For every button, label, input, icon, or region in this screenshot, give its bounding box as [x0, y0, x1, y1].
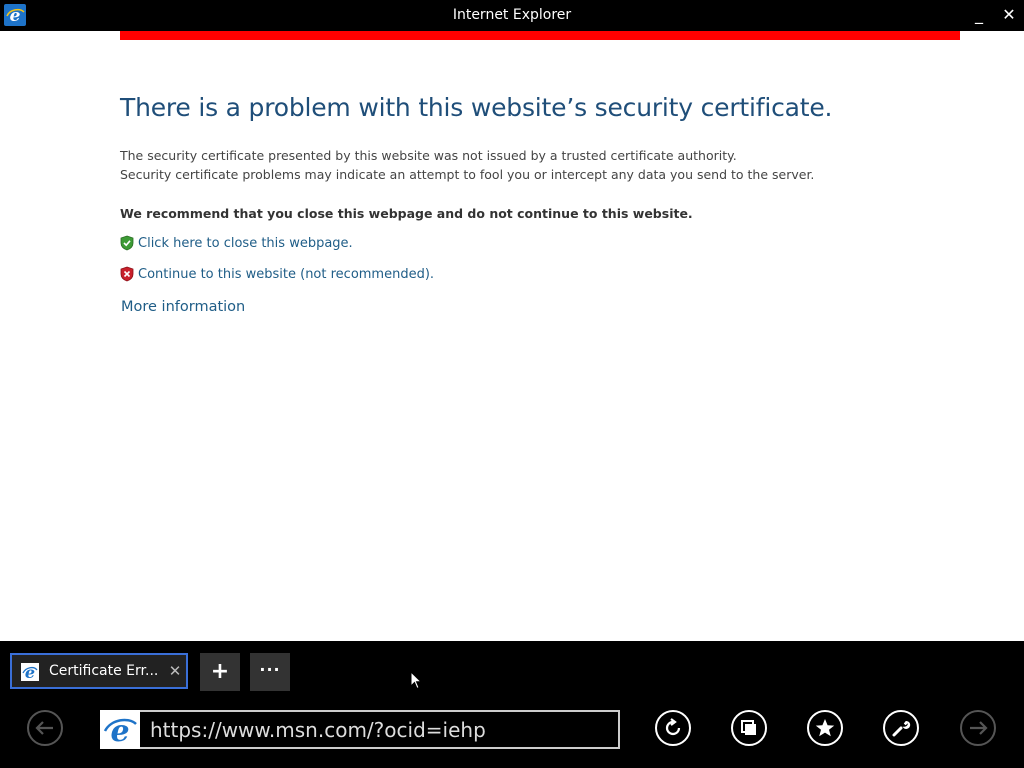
description-line-2: Security certificate problems may indica… [120, 167, 815, 182]
recommendation-text: We recommend that you close this webpage… [120, 206, 693, 221]
description-line-1: The security certificate presented by th… [120, 148, 737, 163]
close-window-button[interactable]: ✕ [998, 2, 1020, 28]
red-shield-icon [120, 266, 134, 282]
address-bar[interactable] [140, 710, 620, 749]
page-tools-button[interactable] [883, 710, 919, 746]
tabs-icon [741, 720, 756, 735]
wrench-icon [892, 720, 911, 737]
favorites-button[interactable] [807, 710, 843, 746]
site-favicon: e [100, 710, 140, 749]
back-button[interactable] [27, 710, 63, 746]
title-bar: e Internet Explorer _ ✕ [0, 0, 1024, 31]
minimize-button[interactable]: _ [968, 2, 990, 28]
new-tab-button[interactable]: + [200, 653, 240, 691]
star-icon [815, 719, 835, 737]
refresh-icon [665, 718, 681, 736]
tab-certificate-error[interactable]: e Certificate Err... ✕ [10, 653, 188, 689]
continue-website-option[interactable]: Continue to this website (not recommende… [120, 265, 434, 283]
page-title: There is a problem with this website’s s… [120, 93, 833, 122]
svg-text:e: e [25, 663, 35, 681]
refresh-button[interactable] [655, 710, 691, 746]
page-content: There is a problem with this website’s s… [0, 31, 1024, 641]
close-webpage-option[interactable]: Click here to close this webpage. [120, 234, 353, 252]
back-arrow-icon [35, 721, 53, 735]
mouse-cursor-icon [410, 671, 423, 690]
more-information-link[interactable]: More information [121, 299, 245, 315]
tabs-button[interactable] [731, 710, 767, 746]
ie-logo-icon: e [103, 714, 137, 749]
window-title: Internet Explorer [452, 7, 572, 23]
ie-logo-icon: e [21, 663, 39, 682]
bottom-app-bar: e Certificate Err... ✕ + ··· e [0, 641, 1024, 768]
close-webpage-link[interactable]: Click here to close this webpage. [138, 236, 353, 251]
forward-button[interactable] [960, 710, 996, 746]
forward-arrow-icon [970, 721, 988, 735]
tab-title: Certificate Err... [49, 663, 159, 679]
tab-tools-button[interactable]: ··· [250, 653, 290, 691]
close-tab-button[interactable]: ✕ [167, 661, 183, 681]
continue-website-link[interactable]: Continue to this website (not recommende… [138, 267, 434, 282]
green-shield-icon [120, 235, 134, 251]
address-input[interactable] [140, 712, 618, 747]
alert-bar [120, 31, 960, 40]
